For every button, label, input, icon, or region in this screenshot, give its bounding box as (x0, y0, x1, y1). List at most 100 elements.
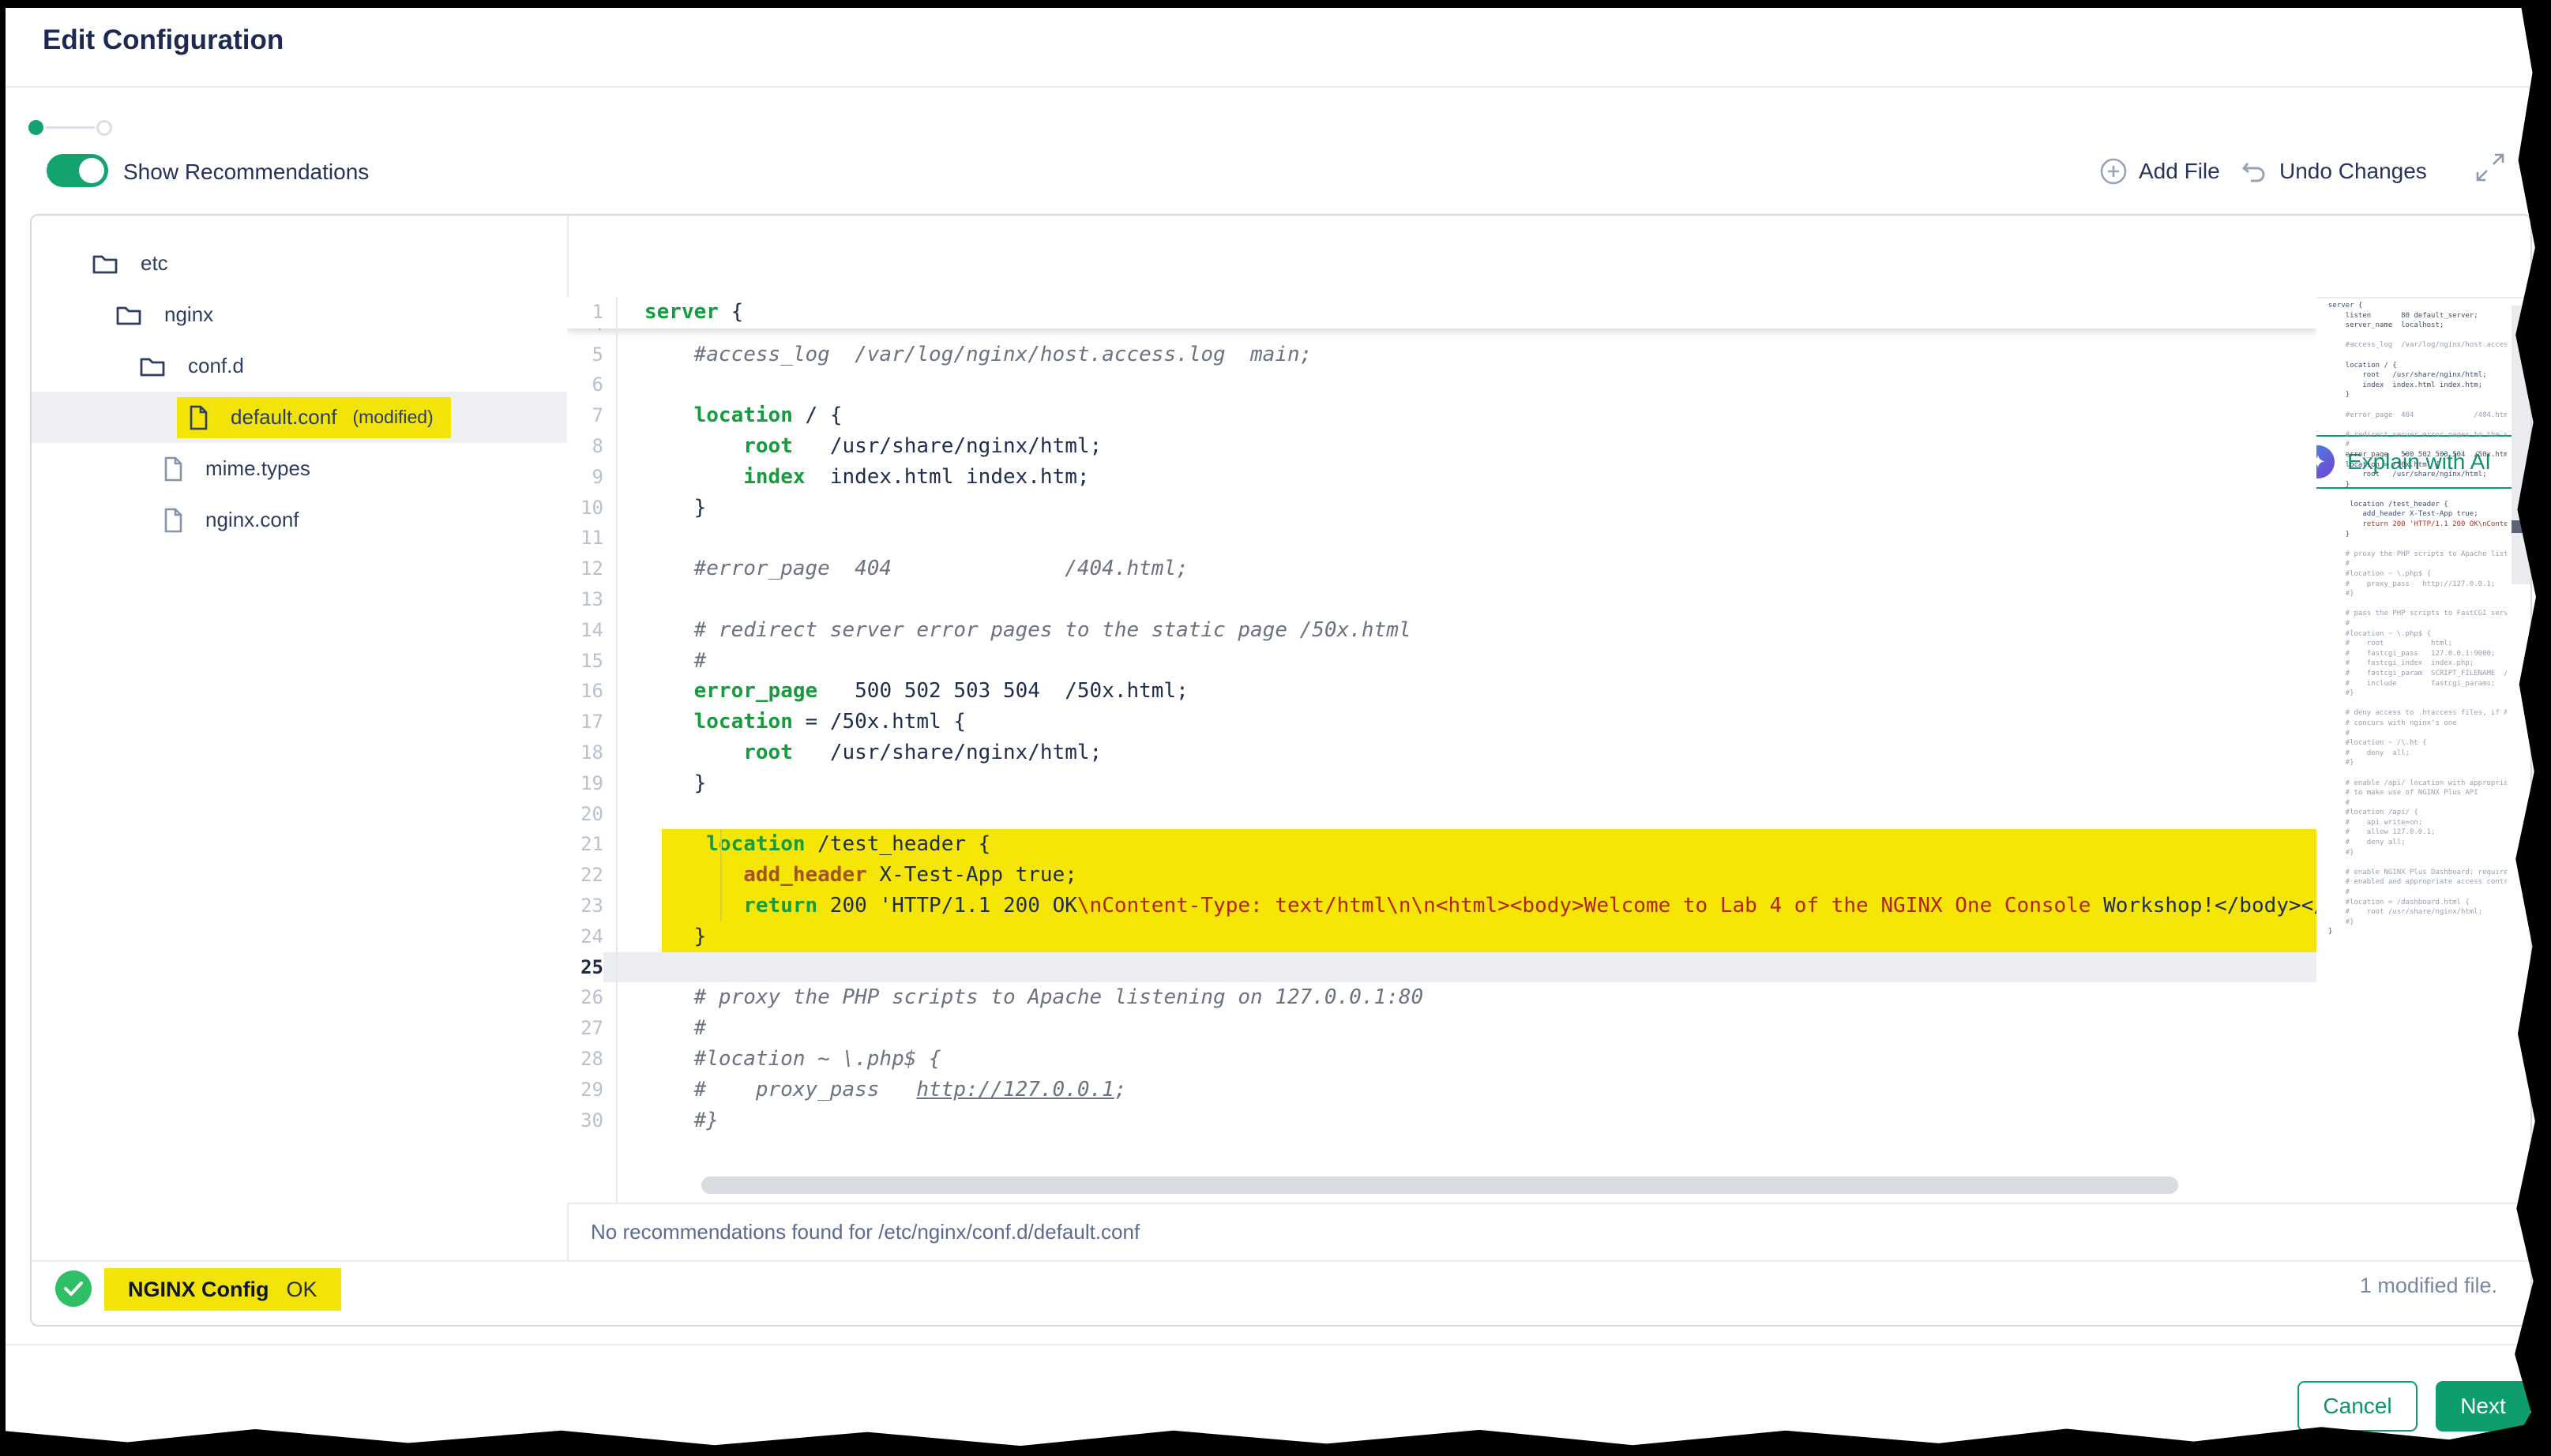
line-content: server { (616, 297, 2316, 328)
minimap-line: # root html; (2328, 639, 2507, 649)
minimap-line (2328, 351, 2507, 361)
line-content: root /usr/share/nginx/html; (616, 431, 2316, 462)
code-line-25: 25 (567, 952, 2316, 983)
footer-divider (5, 1344, 2546, 1345)
minimap-line: } (2328, 530, 2507, 540)
sticky-line: 1 server { (567, 297, 2316, 328)
nginx-config-status: OK (286, 1278, 317, 1302)
line-content: #location ~ \.php$ { (616, 1044, 2316, 1075)
recommendations-divider (567, 1203, 2530, 1204)
tree-item-default.conf[interactable]: default.conf(modified) (32, 392, 567, 443)
minimap-line: error_page 500 502 503 504 /50x.html; (2328, 450, 2507, 460)
line-number: 21 (567, 829, 603, 860)
tree-item-mime.types[interactable]: mime.types (32, 443, 567, 494)
line-number: 11 (567, 523, 603, 554)
tree-item-conf.d[interactable]: conf.d (32, 340, 567, 392)
code-line-23: 23 return 200 'HTTP/1.1 200 OK\nContent-… (567, 891, 2316, 921)
tree-item-nginx.conf[interactable]: nginx.conf (32, 494, 567, 546)
undo-changes-button[interactable]: Undo Changes (2240, 157, 2427, 186)
tree-item-label: etc (141, 251, 168, 276)
cancel-button[interactable]: Cancel (2297, 1381, 2418, 1432)
minimap-line: #location ~ \.php$ { (2328, 629, 2507, 640)
line-number: 30 (567, 1105, 603, 1136)
line-number: 10 (567, 493, 603, 523)
minimap-line: return 200 'HTTP/1.1 200 OK\nContent-Typ… (2328, 520, 2507, 530)
tree-item-label: default.conf (231, 405, 336, 430)
code-line-5: 5 #access_log /var/log/nginx/host.access… (567, 340, 2316, 370)
minimap-line (2328, 490, 2507, 500)
minimap-line: # deny all; (2328, 749, 2507, 759)
minimap-line (2328, 331, 2507, 341)
modified-files-count: 1 modified file. (2360, 1274, 2497, 1298)
status-divider (32, 1260, 2530, 1262)
code-line-11: 11 (567, 523, 2316, 554)
code-line-16: 16 error_page 500 502 503 504 /50x.html; (567, 676, 2316, 707)
tree-item-etc[interactable]: etc (32, 238, 567, 289)
file-icon (163, 508, 183, 533)
minimap-line: # to make use of NGINX Plus API (2328, 788, 2507, 798)
horizontal-scrollbar[interactable] (701, 1176, 2178, 1194)
minimap-line: # proxy_pass http://127.0.0.1; (2328, 580, 2507, 590)
minimap-line: # (2328, 729, 2507, 739)
show-recommendations-toggle[interactable] (47, 154, 108, 187)
line-content: #access_log /var/log/nginx/host.access.l… (616, 340, 2316, 370)
minimap-line: #} (2328, 689, 2507, 699)
file-icon (163, 456, 183, 482)
next-button[interactable]: Next (2436, 1381, 2530, 1432)
line-content: error_page 500 502 503 504 /50x.html; (616, 676, 2316, 707)
minimap-line: location = /50x.html { (2328, 460, 2507, 471)
minimap-line: # deny access to .htaccess files, if Apa… (2328, 708, 2507, 719)
minimap-line: index index.html index.htm; (2328, 381, 2507, 391)
line-number: 19 (567, 768, 603, 799)
minimap-line: server_name localhost; (2328, 321, 2507, 331)
code-line-15: 15 # (567, 646, 2316, 677)
line-content: add_header X-Test-App true; (616, 860, 2316, 891)
tree-item-content: conf.d (130, 346, 261, 386)
tree-item-content: mime.types (153, 448, 328, 490)
line-number: 29 (567, 1075, 603, 1105)
minimap-line (2328, 768, 2507, 779)
line-number: 12 (567, 554, 603, 584)
line-content: return 200 'HTTP/1.1 200 OK\nContent-Typ… (616, 891, 2316, 921)
stepper-step-2[interactable] (96, 120, 112, 136)
minimap-line (2328, 420, 2507, 430)
gutter-border (616, 297, 618, 1203)
line-content: index index.html index.htm; (616, 462, 2316, 493)
line-content: #} (616, 1105, 2316, 1136)
minimap-line: #location /api/ { (2328, 808, 2507, 818)
line-number: 16 (567, 676, 603, 707)
minimap-line: # root /usr/share/nginx/html; (2328, 907, 2507, 918)
line-number: 28 (567, 1044, 603, 1075)
check-circle-icon (55, 1270, 92, 1307)
stepper-step-1[interactable] (28, 120, 43, 135)
minimap-line: # (2328, 798, 2507, 809)
tree-item-label: conf.d (188, 354, 244, 378)
line-content: #error_page 404 /404.html; (616, 554, 2316, 584)
line-number: 24 (567, 921, 603, 952)
minimap-line: server { (2328, 301, 2507, 311)
code-editor[interactable]: 3 server_name localhost;45 #access_log /… (567, 297, 2316, 1203)
screen: Edit Configuration Show Recommendations … (0, 0, 2551, 1456)
expand-button[interactable] (2474, 151, 2502, 179)
tree-item-content: etc (82, 243, 186, 283)
minimap-line: add_header X-Test-App true; (2328, 509, 2507, 520)
code-line-18: 18 root /usr/share/nginx/html; (567, 737, 2316, 768)
minimap-line: root /usr/share/nginx/html; (2328, 470, 2507, 480)
code-line-26: 26 # proxy the PHP scripts to Apache lis… (567, 982, 2316, 1013)
code-line-17: 17 location = /50x.html { (567, 707, 2316, 737)
undo-changes-label: Undo Changes (2279, 159, 2427, 184)
minimap-line: # redirect server error pages to the sta… (2328, 430, 2507, 441)
add-file-button[interactable]: Add File (2099, 157, 2220, 186)
add-file-label: Add File (2139, 159, 2220, 184)
folder-icon (115, 303, 142, 327)
line-content: location / { (616, 400, 2316, 431)
minimap-line: #error_page 404 /404.html; (2328, 411, 2507, 421)
line-content: } (616, 493, 2316, 523)
tree-item-nginx[interactable]: nginx (32, 289, 567, 340)
line-number: 1 (567, 297, 603, 328)
minimap-line: # api write=on; (2328, 818, 2507, 828)
minimap-line (2328, 400, 2507, 411)
code-line-9: 9 index index.html index.htm; (567, 462, 2316, 493)
editor-minimap[interactable]: server { listen 80 default_server; serve… (2328, 301, 2507, 1193)
line-number: 7 (567, 400, 603, 431)
